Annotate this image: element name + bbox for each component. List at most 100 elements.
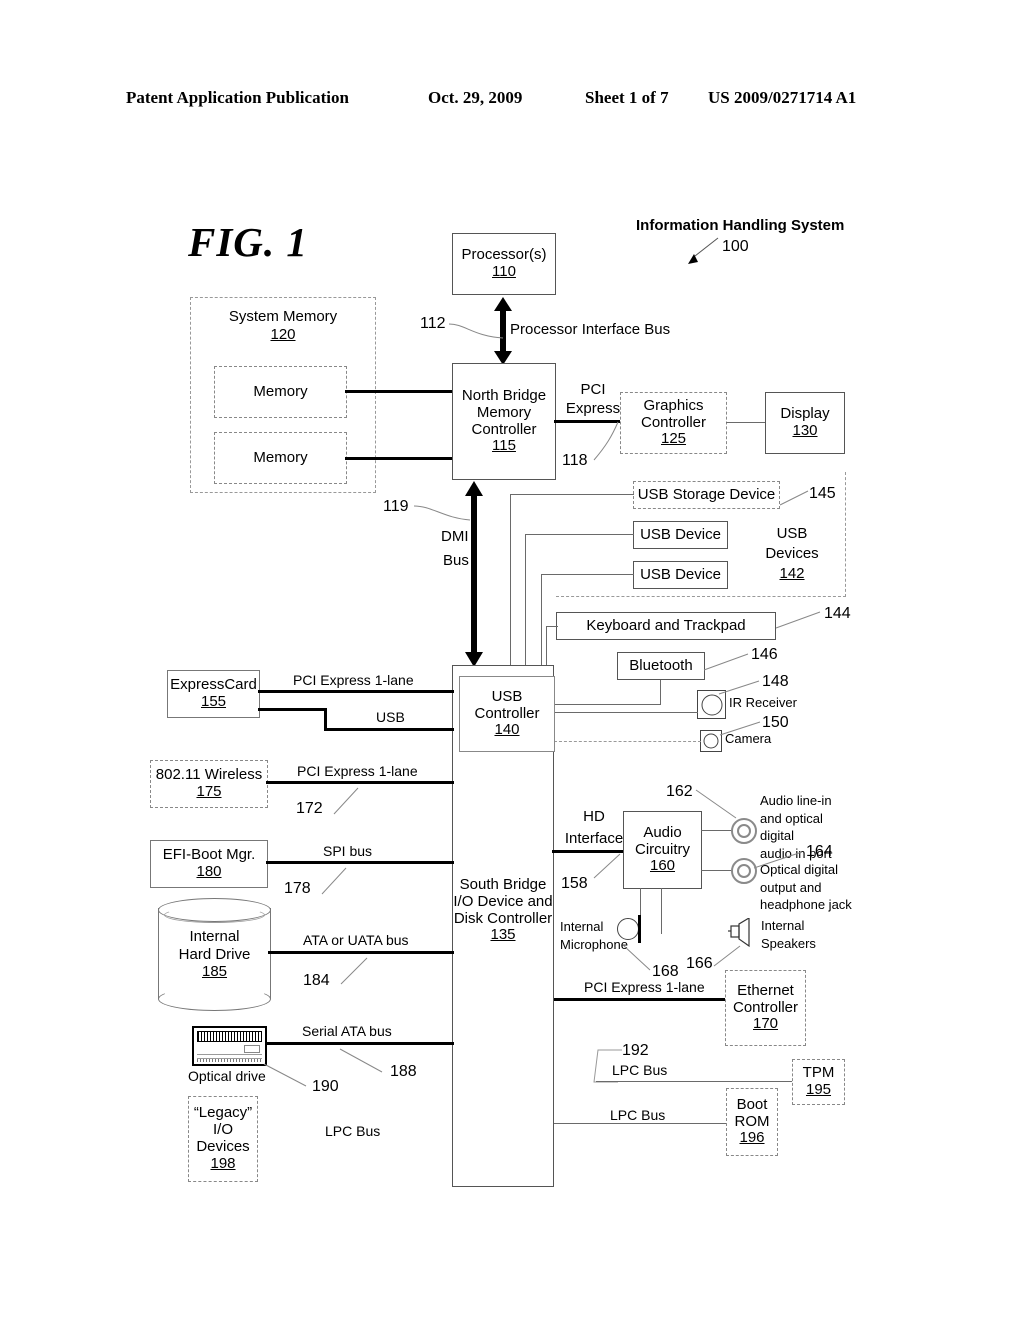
camera-label: Camera — [725, 731, 772, 746]
usb-storage-device-label: USB Storage Device — [637, 485, 776, 503]
expresscard-block: ExpressCard 155 — [167, 670, 260, 718]
expresscard-label: ExpressCard — [170, 676, 257, 694]
bus-usb-seg1 — [258, 708, 326, 711]
header-date: Oct. 29, 2009 — [428, 88, 523, 107]
bus-wireless-pcie — [266, 781, 454, 784]
wireless-ref: 175 — [196, 783, 222, 800]
bus-pcie-ethernet — [554, 998, 726, 1001]
wire-audio-out — [701, 870, 733, 871]
usb-controller-ref: 140 — [494, 721, 520, 739]
bus-ata-uata — [268, 951, 454, 954]
ref-178: 178 — [284, 880, 311, 897]
bus-usb-seg2 — [324, 708, 327, 730]
audio-jack-in-icon — [731, 818, 757, 844]
hd-interface-label-1: HD — [583, 808, 605, 825]
ref-188: 188 — [390, 1063, 417, 1080]
figure-title: FIG. 1 — [188, 219, 308, 265]
patent-figure-page: Patent Application Publication Oct. 29, … — [0, 0, 1024, 1320]
wire-camera — [554, 741, 701, 742]
legacy-io-line3: Devices — [196, 1138, 250, 1155]
north-bridge-ref: 115 — [492, 437, 516, 455]
bus-serial-ata — [265, 1042, 454, 1045]
bus-memory-2 — [345, 457, 454, 460]
usb-devices-group-ref: 142 — [779, 565, 805, 582]
ref-164: 164 — [806, 843, 833, 860]
lpc-bus-boot-label: LPC Bus — [610, 1107, 666, 1123]
usb-device-1-label: USB Device — [640, 525, 721, 543]
ref-118: 118 — [562, 452, 588, 469]
ref-162: 162 — [666, 783, 693, 800]
efi-boot-mgr-block: EFI-Boot Mgr. 180 — [150, 840, 268, 888]
serial-ata-bus-label: Serial ATA bus — [302, 1023, 392, 1039]
boot-rom-line2: ROM — [734, 1112, 770, 1130]
lead-184 — [340, 957, 368, 985]
bus-lpc-boot-rom — [554, 1123, 726, 1124]
dmi-bus-label-2: Bus — [443, 552, 469, 569]
optical-drive-label: Optical drive — [188, 1068, 266, 1084]
wire-audio-in — [701, 830, 733, 831]
bluetooth-label: Bluetooth — [629, 656, 693, 674]
ref-166: 166 — [686, 955, 713, 972]
legacy-io-ref: 198 — [210, 1154, 236, 1172]
wire-usb-device1-v — [525, 534, 526, 676]
tpm-ref: 195 — [805, 1081, 832, 1098]
ref-144: 144 — [824, 605, 851, 622]
pcie-1lane-ethernet-label: PCI Express 1-lane — [584, 979, 705, 995]
lead-158 — [593, 853, 621, 879]
usb-controller-line2: Controller — [474, 704, 540, 722]
ethernet-ref: 170 — [752, 1015, 779, 1033]
south-bridge-line3: Disk Controller — [453, 909, 553, 927]
ref-184: 184 — [303, 972, 330, 989]
graphics-controller-block: Graphics Controller 125 — [620, 392, 727, 454]
ir-receiver-icon — [697, 690, 726, 719]
south-bridge-line2: I/O Device and — [453, 892, 553, 910]
usb-devices-group-label-2: Devices — [765, 545, 819, 562]
spi-bus-label: SPI bus — [323, 843, 373, 859]
wireless-label: 802.11 Wireless — [155, 766, 263, 784]
header-patent-number: US 2009/0271714 A1 — [708, 88, 857, 107]
north-bridge-line3: Controller — [471, 420, 537, 438]
usb-storage-device-block: USB Storage Device — [633, 481, 780, 509]
ref-146: 146 — [751, 646, 778, 663]
tpm-label: TPM — [802, 1064, 835, 1082]
lpc-bus-tpm-label: LPC Bus — [612, 1062, 668, 1078]
boot-rom-ref: 196 — [739, 1129, 765, 1147]
internal-microphone-label-2: Microphone — [560, 937, 628, 952]
ref-172: 172 — [296, 800, 323, 817]
lead-166 — [713, 945, 741, 967]
ref-148: 148 — [762, 673, 789, 690]
ethernet-line2: Controller — [732, 998, 799, 1016]
usb-devices-group-label-1: USB — [776, 525, 808, 542]
graphics-controller-ref: 125 — [660, 430, 687, 448]
ethernet-line1: Ethernet — [737, 981, 794, 999]
hard-drive-ref: 185 — [201, 963, 228, 981]
audio-circuitry-line1: Audio — [643, 823, 682, 841]
pci-express-label-1: PCI — [580, 381, 606, 398]
bus-usb-seg3 — [324, 728, 454, 731]
boot-rom-line1: Boot — [736, 1095, 768, 1113]
dmi-bus-label-1: DMI — [441, 528, 469, 545]
internal-microphone-label-1: Internal — [560, 919, 604, 934]
lead-178 — [321, 867, 347, 895]
optical-drive-icon — [192, 1026, 267, 1066]
lead-172 — [333, 787, 359, 815]
audio-circuitry-line2: Circuitry — [635, 840, 690, 858]
memory-block-1: Memory — [214, 366, 347, 418]
audio-circuitry-block: Audio Circuitry 160 — [623, 811, 702, 889]
memory-block-2-label: Memory — [253, 448, 308, 466]
processor-ref: 110 — [492, 263, 516, 280]
bluetooth-block: Bluetooth — [617, 652, 705, 680]
expresscard-ref: 155 — [200, 693, 227, 710]
tpm-block: TPM 195 — [792, 1059, 845, 1105]
ref-150: 150 — [762, 714, 789, 731]
audio-out-label: Optical digital output and headphone jack — [760, 862, 852, 913]
display-label: Display — [780, 405, 830, 423]
wire-keyboard-h — [546, 626, 558, 627]
dmi-bus-arrow — [465, 481, 483, 667]
keyboard-trackpad-label: Keyboard and Trackpad — [586, 616, 746, 634]
lead-146 — [703, 653, 749, 671]
lead-144 — [775, 611, 821, 629]
system-title: Information Handling System — [636, 217, 845, 234]
processor-block: Processor(s) 110 — [452, 233, 556, 295]
wire-ir-receiver — [554, 712, 698, 713]
